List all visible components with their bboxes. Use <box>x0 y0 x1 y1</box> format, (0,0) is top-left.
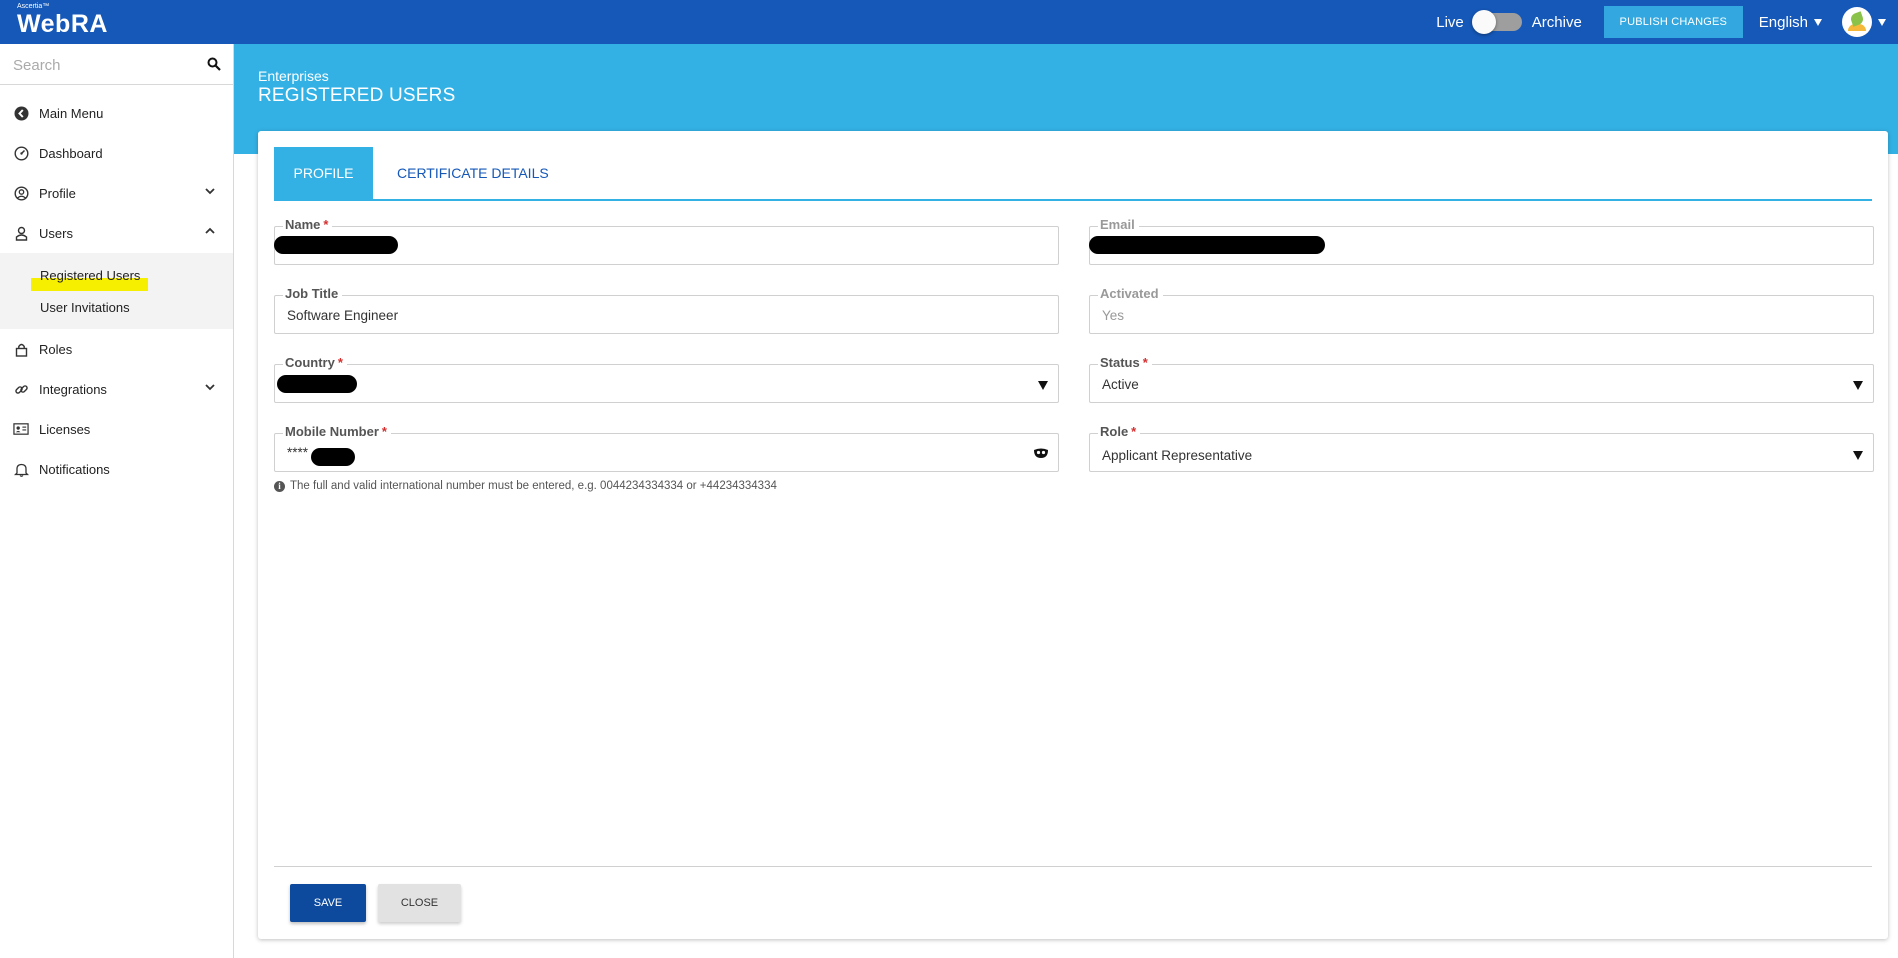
dropdown-arrow-icon <box>1853 381 1863 390</box>
sidebar-item-label: Registered Users <box>40 267 141 283</box>
redacted-value <box>277 375 357 393</box>
sidebar-item-profile[interactable]: Profile <box>0 173 233 213</box>
sidebar-item-label: Integrations <box>39 381 107 397</box>
sidebar-item-label: Roles <box>39 341 73 357</box>
live-label: Live <box>1436 13 1464 31</box>
status-value: Active <box>1102 377 1139 392</box>
toggle-knob <box>1471 10 1496 34</box>
sidebar-item-label: Main Menu <box>39 105 104 121</box>
lock-icon <box>13 341 29 357</box>
bell-icon <box>13 461 29 477</box>
back-circle-icon <box>13 105 29 121</box>
sidebar-item-label: Notifications <box>39 461 110 477</box>
sidebar-item-label: Profile <box>39 185 76 201</box>
sidebar-item-main-menu[interactable]: Main Menu <box>0 93 233 133</box>
role-label: Role * <box>1098 425 1141 439</box>
email-field: Email <box>1089 218 1874 265</box>
status-label: Status * <box>1098 356 1152 370</box>
sidebar-item-integrations[interactable]: Integrations <box>0 369 233 409</box>
link-icon <box>13 381 29 397</box>
user-circle-icon <box>13 185 29 201</box>
job-title-label: Job Title <box>283 287 343 301</box>
users-submenu: Registered Users User Invitations <box>0 253 233 329</box>
sidebar-item-user-invitations[interactable]: User Invitations <box>0 291 233 323</box>
name-label: Name * <box>283 218 333 232</box>
dashboard-gauge-icon <box>13 145 29 161</box>
tab-bar: PROFILE CERTIFICATE DETAILS <box>274 147 1872 201</box>
hint-text: The full and valid international number … <box>290 480 777 492</box>
mobile-number-field[interactable]: Mobile Number * **** <box>274 425 1059 472</box>
mobile-number-label: Mobile Number * <box>283 425 391 439</box>
sidebar-search <box>0 44 233 85</box>
page-title: REGISTERED USERS <box>258 85 456 106</box>
breadcrumb[interactable]: Enterprises <box>258 68 329 84</box>
language-label: English <box>1758 13 1808 31</box>
redacted-value <box>274 236 398 254</box>
redacted-value <box>311 448 355 466</box>
search-icon[interactable] <box>207 57 221 71</box>
country-label: Country * <box>283 356 347 370</box>
avatar <box>1842 7 1872 37</box>
sidebar-item-licenses[interactable]: Licenses <box>0 409 233 449</box>
mobile-number-hint: i The full and valid international numbe… <box>274 480 777 492</box>
status-select[interactable]: Status * Active <box>1089 356 1874 403</box>
user-menu[interactable] <box>1842 7 1886 37</box>
sidebar-item-label: Users <box>39 225 73 241</box>
footer-divider <box>274 866 1872 867</box>
dropdown-arrow-icon <box>1038 381 1048 390</box>
sidebar-item-registered-users[interactable]: Registered Users <box>0 259 233 291</box>
country-select[interactable]: Country * <box>274 356 1059 403</box>
job-title-value: Software Engineer <box>287 308 399 323</box>
email-label: Email <box>1098 218 1139 232</box>
logo-product: WebRA <box>17 10 108 38</box>
activated-value: Yes <box>1102 308 1125 323</box>
info-icon: i <box>274 480 285 492</box>
mobile-number-value: **** <box>287 445 309 460</box>
sidebar-item-roles[interactable]: Roles <box>0 329 233 369</box>
chevron-up-icon <box>205 227 215 234</box>
sidebar: Main Menu Dashboard Profile Users Regist… <box>0 44 234 958</box>
mask-visibility-icon[interactable] <box>1033 445 1049 461</box>
language-selector[interactable]: English <box>1759 14 1822 31</box>
sidebar-item-dashboard[interactable]: Dashboard <box>0 133 233 173</box>
search-input[interactable] <box>13 53 193 77</box>
top-bar: Ascertia™ WebRA Live Archive PUBLISH CHA… <box>0 0 1898 44</box>
chevron-down-icon <box>205 188 215 195</box>
caret-down-icon <box>1878 18 1886 26</box>
name-field[interactable]: Name * <box>274 218 1059 265</box>
archive-label: Archive <box>1531 13 1582 31</box>
chevron-down-icon <box>205 384 215 391</box>
id-card-icon <box>13 421 29 437</box>
dropdown-arrow-icon <box>1853 451 1863 460</box>
sidebar-item-label: Dashboard <box>39 145 103 161</box>
activated-field: Activated Yes <box>1089 287 1874 334</box>
sidebar-item-label: User Invitations <box>40 299 130 315</box>
redacted-value <box>1089 236 1325 254</box>
caret-down-icon <box>1814 18 1822 26</box>
publish-changes-button[interactable]: PUBLISH CHANGES <box>1603 6 1743 38</box>
sidebar-item-label: Licenses <box>39 421 91 437</box>
job-title-field[interactable]: Job Title Software Engineer <box>274 287 1059 334</box>
role-value: Applicant Representative <box>1102 448 1253 463</box>
close-button[interactable]: CLOSE <box>378 884 461 922</box>
role-select[interactable]: Role * Applicant Representative <box>1089 425 1874 472</box>
sidebar-item-notifications[interactable]: Notifications <box>0 449 233 489</box>
activated-label: Activated <box>1098 287 1163 301</box>
sidebar-item-users[interactable]: Users <box>0 213 233 253</box>
users-icon <box>13 225 29 241</box>
live-archive-toggle[interactable] <box>1471 10 1522 34</box>
sidebar-nav: Main Menu Dashboard Profile Users Regist… <box>0 93 233 489</box>
tab-certificate-details[interactable]: CERTIFICATE DETAILS <box>373 147 573 199</box>
tab-profile[interactable]: PROFILE <box>274 147 373 199</box>
webra-logo[interactable]: Ascertia™ WebRA <box>17 3 108 37</box>
save-button[interactable]: SAVE <box>290 884 366 922</box>
